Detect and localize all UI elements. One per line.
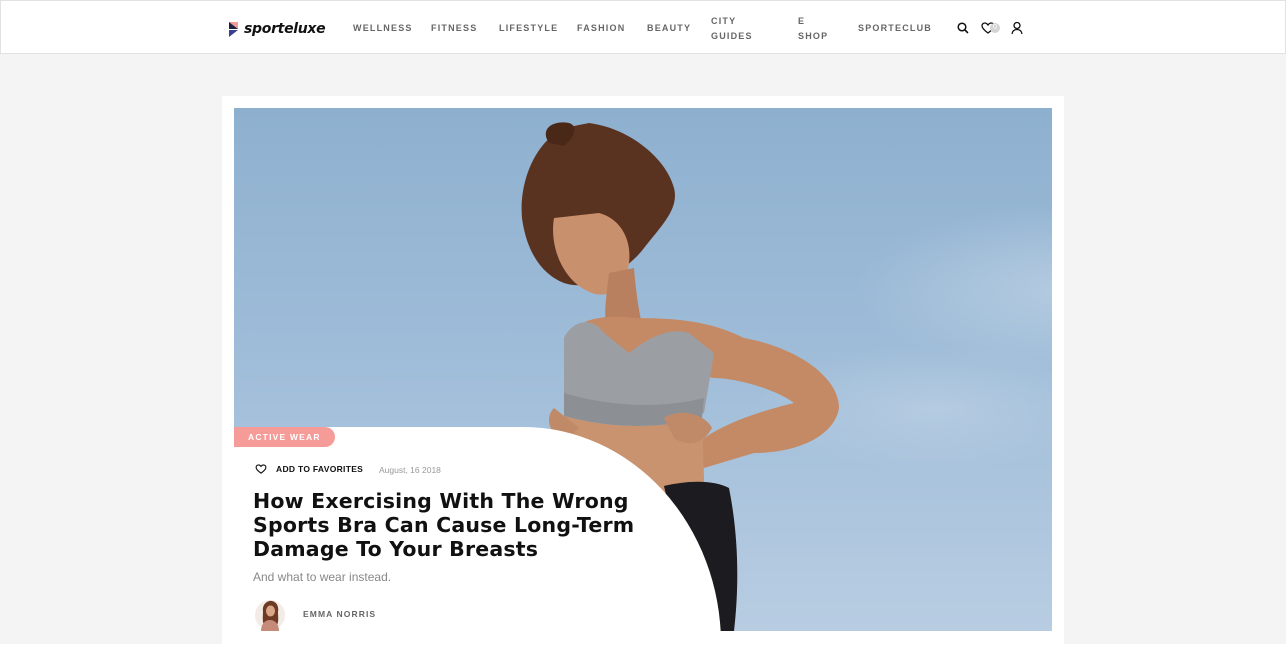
site-header: sporteluxe WELLNESS FITNESS LIFESTYLE FA… <box>0 0 1286 54</box>
nav-item-beauty[interactable]: BEAUTY <box>647 21 691 36</box>
article-title[interactable]: How Exercising With The Wrong Sports Bra… <box>253 489 673 561</box>
page-footer-band <box>0 644 1286 671</box>
nav-item-city-guides[interactable]: CITY GUIDES <box>711 14 753 44</box>
author-avatar[interactable] <box>255 599 285 631</box>
add-to-favorites-label: ADD TO FAVORITES <box>276 464 364 474</box>
author-name[interactable]: EMMA NORRIS <box>303 609 376 619</box>
nav-item-fitness[interactable]: FITNESS <box>431 21 477 36</box>
favorites-count-badge: 0 <box>990 23 1000 33</box>
article-subtitle: And what to wear instead. <box>253 570 392 584</box>
nav-item-fashion[interactable]: FASHION <box>577 21 625 36</box>
user-icon[interactable] <box>1009 20 1025 36</box>
nav-item-wellness[interactable]: WELLNESS <box>353 21 413 36</box>
search-icon[interactable] <box>955 20 971 36</box>
nav-item-sporteclub[interactable]: SPORTECLUB <box>858 21 932 36</box>
brand-name: sporteluxe <box>244 21 326 37</box>
logo-mark-icon <box>229 21 238 37</box>
add-to-favorites-button[interactable]: ADD TO FAVORITES <box>255 463 363 475</box>
article-date: August, 16 2018 <box>379 465 441 475</box>
category-tag[interactable]: ACTIVE WEAR <box>234 427 335 447</box>
heart-outline-icon <box>255 464 267 474</box>
nav-item-lifestyle[interactable]: LIFESTYLE <box>499 21 558 36</box>
nav-item-e-shop[interactable]: E SHOP <box>798 14 828 44</box>
brand-logo[interactable]: sporteluxe <box>227 18 326 40</box>
